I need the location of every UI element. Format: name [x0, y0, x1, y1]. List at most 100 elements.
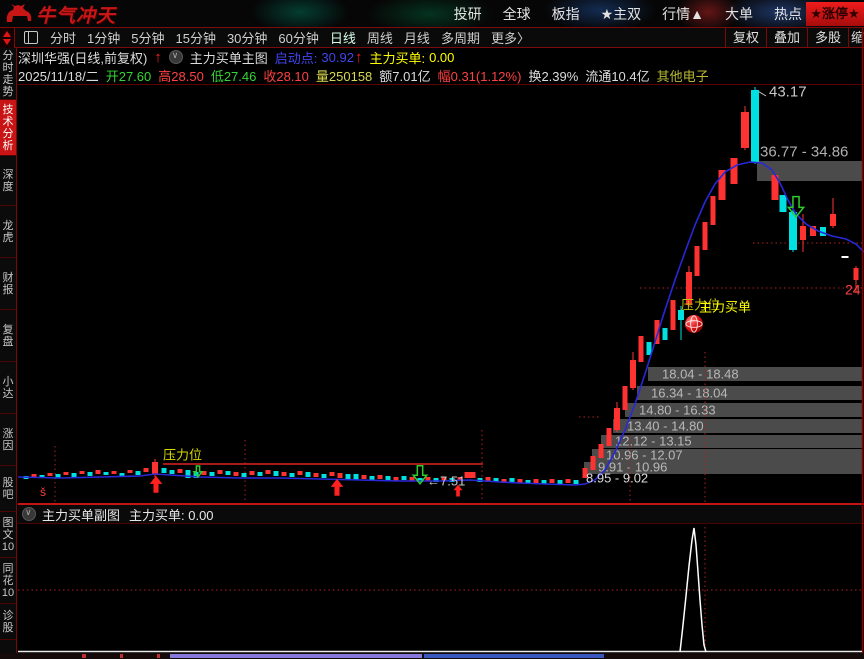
- top-menu-item-0[interactable]: 投研: [454, 4, 482, 24]
- top-menu-item-1[interactable]: 全球: [503, 4, 531, 24]
- sidebar-item-label: 财报: [2, 272, 15, 296]
- spinner-down-icon[interactable]: [3, 39, 11, 45]
- svg-text:9.91 - 10.96: 9.91 - 10.96: [598, 460, 667, 475]
- svg-text:24: 24: [845, 281, 861, 297]
- svg-text:14.80 - 16.33: 14.80 - 16.33: [639, 403, 716, 418]
- sidebar-item-label: 复盘: [2, 324, 15, 348]
- layout-icon[interactable]: [24, 31, 38, 44]
- toolbar-right-buttons: 复权叠加多股缩: [725, 28, 864, 48]
- sidebar-item-2[interactable]: 深度: [0, 156, 16, 206]
- quote-float: 流通10.4亿: [585, 66, 649, 84]
- tool-button-1[interactable]: 叠加: [766, 28, 807, 48]
- period-tab-4[interactable]: 30分钟: [227, 28, 267, 47]
- quote-sector[interactable]: 其他电子: [657, 66, 709, 84]
- period-tab-10[interactable]: 更多〉: [491, 28, 530, 47]
- period-tab-7[interactable]: 周线: [367, 28, 393, 47]
- quote-close: 收28.10: [263, 66, 309, 84]
- quote-turnover: 换2.39%: [528, 66, 578, 84]
- sidebar-item-8[interactable]: 股吧: [0, 466, 16, 512]
- start-point-value: 30.92: [321, 50, 354, 65]
- bull-logo-icon: [4, 2, 34, 26]
- top-menu-item-6[interactable]: 热点: [774, 4, 802, 24]
- tool-button-0[interactable]: 复权: [725, 28, 766, 48]
- subpanel-title[interactable]: 主力买单副图: [42, 505, 120, 524]
- svg-text:36.77 - 34.86: 36.77 - 34.86: [760, 143, 848, 160]
- stock-name: 深圳华强(日线,前复权): [18, 48, 147, 66]
- main-buy-value: 0.00: [429, 50, 454, 65]
- top-menu: 投研 全球 板指 ★主双行情▲ 大单 热点: [433, 0, 802, 28]
- period-tab-0[interactable]: 分时: [50, 28, 76, 47]
- tool-button-2[interactable]: 多股: [807, 28, 848, 48]
- sidebar-item-label: 深度: [2, 169, 15, 193]
- top-menu-item-5[interactable]: 大单: [725, 4, 753, 24]
- indicator-name[interactable]: 主力买单主图: [190, 48, 268, 66]
- quote-low: 低27.46: [211, 66, 257, 84]
- sidebar-item-label: 图文10: [2, 517, 15, 553]
- quote-change: 幅0.31(1.12%): [438, 66, 522, 84]
- quote-high: 高28.50: [158, 66, 204, 84]
- svg-text:压力位: 压力位: [163, 448, 202, 463]
- svg-text:主力买单: 主力买单: [699, 300, 751, 315]
- svg-text:16.34 - 18.04: 16.34 - 18.04: [651, 386, 728, 401]
- svg-text:13.40 - 14.80: 13.40 - 14.80: [627, 419, 704, 434]
- svg-text:43.17: 43.17: [769, 83, 807, 100]
- period-tab-1[interactable]: 1分钟: [87, 28, 120, 47]
- top-menu-item-4[interactable]: 行情▲: [662, 4, 704, 24]
- svg-text:12.12 - 13.15: 12.12 - 13.15: [615, 434, 692, 449]
- top-menu-item-2[interactable]: 板指: [552, 4, 580, 24]
- period-tab-3[interactable]: 15分钟: [175, 28, 215, 47]
- sub-panel-header: 主力买单副图 主力买单: 0.00: [18, 503, 864, 524]
- sidebar-item-11[interactable]: 诊股: [0, 604, 16, 640]
- svg-text:压力位: 压力位: [681, 298, 720, 313]
- period-tab-5[interactable]: 60分钟: [278, 28, 318, 47]
- sidebar-item-5[interactable]: 复盘: [0, 310, 16, 362]
- logo-text: 牛气冲天: [36, 1, 116, 28]
- period-tabs: 分时 1分钟 5分钟 15分钟 30分钟 60分钟日线周线月线多周期更多〉: [50, 28, 541, 47]
- svg-text:18.04 - 18.48: 18.04 - 18.48: [662, 367, 739, 382]
- quote-amount: 额7.01亿: [379, 66, 430, 84]
- spinner-up-icon[interactable]: [3, 31, 11, 37]
- sidebar-item-0[interactable]: 分时走势: [0, 48, 16, 100]
- sidebar-item-label: 小达: [2, 376, 15, 400]
- subpanel-collapse-icon[interactable]: [22, 507, 36, 521]
- svg-text:8.95 - 9.02: 8.95 - 9.02: [586, 471, 648, 486]
- tool-button-3[interactable]: 缩: [848, 28, 864, 48]
- main-buy-label: 主力买单:: [369, 48, 425, 66]
- limit-up-button[interactable]: ★涨停★: [806, 2, 864, 26]
- sidebar-item-6[interactable]: 小达: [0, 362, 16, 414]
- top-menu-item-3[interactable]: ★主双: [601, 4, 642, 24]
- sidebar-item-label: 同花10: [2, 563, 15, 599]
- period-tab-2[interactable]: 5分钟: [131, 28, 164, 47]
- taskbar-segment-0: [82, 654, 86, 658]
- subpanel-value: 主力买单: 0.00: [129, 505, 214, 524]
- period-tab-6[interactable]: 日线: [330, 28, 356, 47]
- sidebar-item-label: 股吧: [2, 477, 15, 501]
- sidebar-item-4[interactable]: 财报: [0, 258, 16, 310]
- quote-date: 2025/11/18/二: [18, 66, 99, 84]
- sidebar-item-label: 诊股: [2, 610, 15, 634]
- bottom-taskbar-strip: [0, 653, 864, 659]
- sidebar-item-1[interactable]: 技术分析: [0, 100, 16, 156]
- left-sidebar: 分时走势技术分析深度龙虎财报复盘小达涨因股吧图文10 同花10 诊股: [0, 48, 17, 653]
- sidebar-item-9[interactable]: 图文10: [0, 512, 16, 558]
- period-tab-9[interactable]: 多周期: [441, 28, 480, 47]
- taskbar-segment-3: [170, 654, 422, 658]
- taskbar-segment-4: [424, 654, 604, 658]
- topbar: 牛气冲天 投研 全球 板指 ★主双行情▲ 大单 热点 ★涨停★: [0, 0, 864, 28]
- sidebar-item-7[interactable]: 涨因: [0, 414, 16, 466]
- app-window: 牛气冲天 投研 全球 板指 ★主双行情▲ 大单 热点 ★涨停★ 分时 1分钟 5分钟 15分钟 3…: [0, 0, 864, 659]
- sidebar-item-3[interactable]: 龙虎: [0, 206, 16, 258]
- period-tab-8[interactable]: 月线: [404, 28, 430, 47]
- start-up-arrow-icon: ↑: [355, 49, 363, 66]
- svg-text:š: š: [40, 485, 46, 499]
- indicator-collapse-icon[interactable]: [169, 50, 183, 64]
- sidebar-item-label: 分时走势: [2, 50, 15, 98]
- scroll-spinner[interactable]: [0, 28, 15, 48]
- app-logo: 牛气冲天: [4, 1, 116, 27]
- sidebar-item-10[interactable]: 同花10: [0, 558, 16, 604]
- quote-info-row: 2025/11/18/二 开27.60 高28.50 低27.46 收28.10…: [18, 66, 864, 84]
- start-point-label: 启动点:: [275, 48, 318, 66]
- main-chart[interactable]: 18.04 - 18.4816.34 - 18.0414.80 - 16.331…: [0, 0, 864, 659]
- quote-open: 开27.60: [106, 66, 152, 84]
- stock-info-row: 深圳华强(日线,前复权) ↑ 主力买单主图 启动点: 30.92 ↑ 主力买单:…: [18, 48, 864, 66]
